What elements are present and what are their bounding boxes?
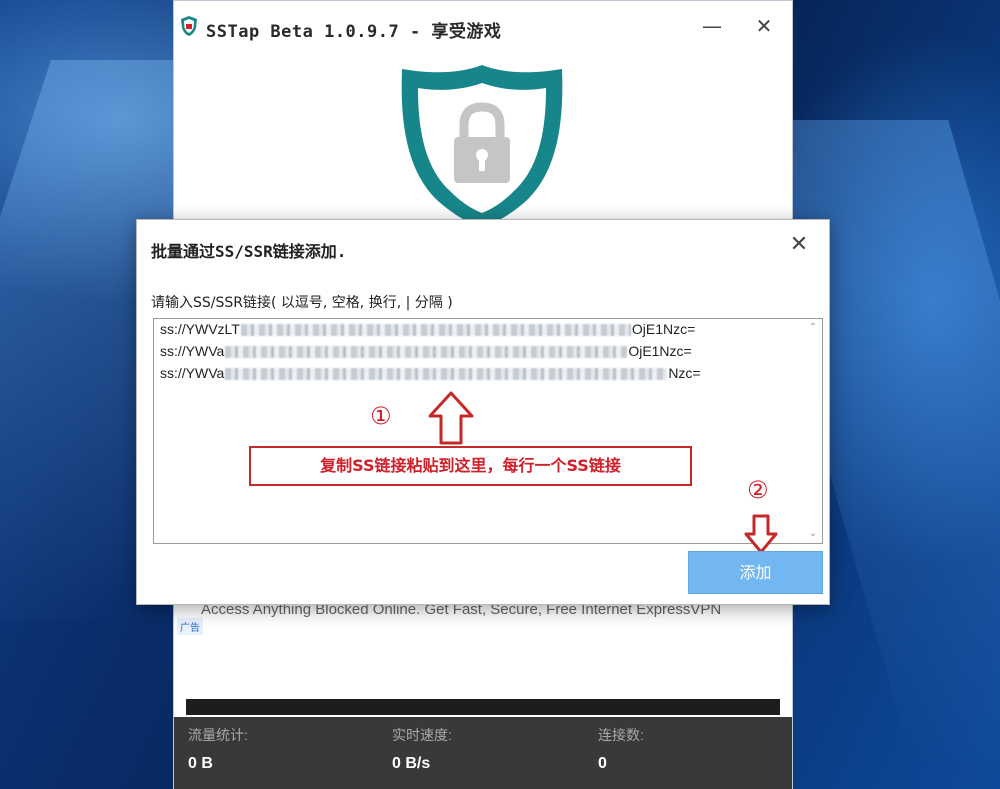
dialog-close-button[interactable]: ✕ [787,232,811,258]
connections-stat: 连接数: 0 [598,725,644,773]
ad-badge: 广告 [177,618,203,635]
redacted-text [225,368,668,381]
scroll-down-arrow[interactable]: ⌄ [806,527,820,541]
speed-label: 实时速度: [392,727,452,743]
traffic-value: 0 B [188,755,213,772]
connections-value: 0 [598,755,607,772]
batch-add-dialog: 批量通过SS/SSR链接添加. ✕ 请输入SS/SSR链接( 以逗号, 空格, … [136,219,830,605]
input-prompt: 请输入SS/SSR链接( 以逗号, 空格, 换行, | 分隔 ) [151,295,453,311]
redacted-text [240,324,631,337]
speed-stat: 实时速度: 0 B/s [392,725,452,773]
dialog-title: 批量通过SS/SSR链接添加. [151,242,347,261]
link-suffix: Nzc= [668,365,701,381]
link-prefix: ss://YWVa [160,365,225,381]
title-bar[interactable]: SSTap Beta 1.0.9.7 - 享受游戏 — ✕ [174,1,792,53]
scroll-up-arrow[interactable]: ⌃ [806,321,820,335]
arrow-up-icon [428,391,474,445]
ss-links-textarea[interactable]: ss://YWVzLT OjE1Nzc= ss://YWVa OjE1Nzc= ss… [153,318,823,544]
speed-value: 0 B/s [392,755,431,772]
arrow-down-icon [744,514,778,554]
link-suffix: OjE1Nzc= [628,343,692,359]
connections-label: 连接数: [598,727,644,743]
stats-panel: 流量统计: 0 B 实时速度: 0 B/s 连接数: 0 [174,717,792,789]
step-marker-1: ① [370,402,392,430]
link-line: ss://YWVa Nzc= [160,365,701,385]
instruction-callout: 复制SS链接粘贴到这里，每行一个SS链接 [249,446,692,486]
link-prefix: ss://YWVa [160,343,225,359]
close-button[interactable]: ✕ [746,11,782,41]
shield-icon [181,16,197,36]
link-prefix: ss://YWVzLT [160,321,240,337]
link-suffix: OjE1Nzc= [631,321,696,337]
log-bar [186,699,780,715]
traffic-stat: 流量统计: 0 B [188,725,248,773]
window-title: SSTap Beta 1.0.9.7 - 享受游戏 [206,22,502,42]
link-line: ss://YWVzLT OjE1Nzc= [160,321,695,341]
step-marker-2: ② [747,476,769,504]
add-button[interactable]: 添加 [688,551,823,594]
link-line: ss://YWVa OjE1Nzc= [160,343,692,363]
redacted-text [225,346,628,359]
shield-lock-logo [401,65,563,227]
minimize-button[interactable]: — [694,11,730,41]
traffic-label: 流量统计: [188,727,248,743]
